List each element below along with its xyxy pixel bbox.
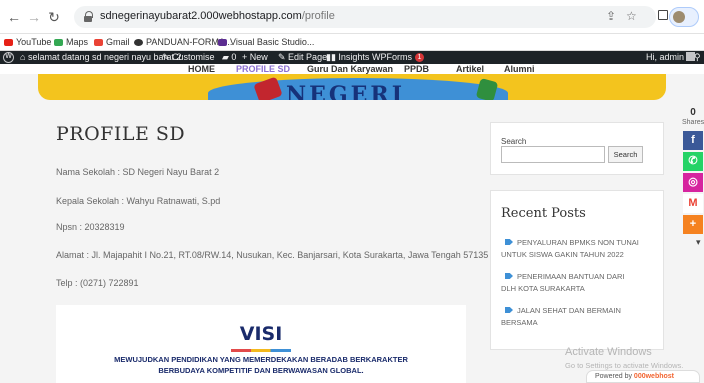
- activate-windows-subtitle: Go to Settings to activate Windows.: [565, 361, 684, 370]
- bookmark-gmail[interactable]: Gmail: [94, 36, 130, 49]
- wpforms-badge: 1: [414, 53, 425, 62]
- gmail-icon[interactable]: M: [683, 194, 703, 213]
- arrow-icon: [505, 239, 513, 245]
- nav-ppdb[interactable]: PPDB: [404, 64, 429, 74]
- search-button[interactable]: Search: [608, 146, 643, 163]
- bookmark-visual-basic[interactable]: Visual Basic Studio...: [218, 36, 314, 49]
- adminbar-comments[interactable]: ▰ 0: [222, 51, 236, 64]
- nav-profile-sd[interactable]: PROFILE SD: [236, 64, 290, 74]
- bookmark-maps[interactable]: Maps: [54, 36, 88, 49]
- adminbar-wpforms[interactable]: WPForms 1: [372, 51, 425, 64]
- wp-admin-bar: W ⌂ selamat datang sd negeri nayu barat …: [0, 51, 704, 64]
- nav-home[interactable]: HOME: [188, 64, 215, 74]
- bookmarks-bar: YouTube Maps Gmail PANDUAN-FORMA... Visu…: [0, 34, 704, 51]
- globe-icon: [134, 39, 143, 46]
- url-text: sdnegerinayubarat2.000webhostapp.com/pro…: [100, 10, 335, 22]
- visi-line-1: MEWUJUDKAN PENDIDIKAN YANG MEMERDEKAKAN …: [114, 355, 408, 364]
- search-input[interactable]: [501, 146, 605, 163]
- back-icon[interactable]: ←: [6, 9, 22, 25]
- visi-divider: [231, 349, 291, 352]
- info-telp: Telp : (0271) 722891: [56, 278, 139, 288]
- header-banner: NEGERI: [38, 74, 666, 100]
- share-label: Shares: [682, 119, 704, 126]
- search-label: Search: [501, 137, 527, 146]
- nav-guru-karyawan[interactable]: Guru Dan Karyawan: [307, 64, 393, 74]
- bookmark-star-icon[interactable]: ☆: [626, 9, 637, 23]
- reload-icon[interactable]: ↻: [46, 9, 62, 25]
- chevron-down-icon[interactable]: ▾: [696, 237, 701, 248]
- forward-icon[interactable]: →: [26, 9, 42, 25]
- banner-text: NEGERI: [286, 82, 406, 100]
- more-share-icon[interactable]: +: [683, 215, 703, 234]
- youtube-icon: [4, 39, 13, 46]
- share-count: 0: [690, 107, 696, 118]
- profile-paused-button[interactable]: [669, 7, 699, 27]
- visi-title: VISI: [239, 323, 283, 345]
- activate-windows-title: Activate Windows: [565, 346, 652, 358]
- search-widget: Search Search: [490, 122, 664, 175]
- arrow-icon: [505, 307, 513, 313]
- search-icon[interactable]: ⚲: [694, 51, 701, 64]
- recent-posts-title: Recent Posts: [501, 206, 586, 221]
- adminbar-account[interactable]: Hi, admin: [646, 51, 696, 64]
- adminbar-new[interactable]: + New: [242, 51, 268, 64]
- info-nama-sekolah: Nama Sekolah : SD Negeri Nayu Barat 2: [56, 167, 220, 177]
- browser-toolbar: ← → ↻ sdnegerinayubarat2.000webhostapp.c…: [0, 0, 704, 34]
- visi-line-2: BERBUDAYA KOMPETITIF DAN BERWAWASAN GLOB…: [158, 366, 364, 375]
- nav-alumni[interactable]: Alumni: [504, 64, 535, 74]
- recent-post-link[interactable]: PENYALURAN BPMKS NON TUNAI UNTUK SISWA G…: [501, 237, 641, 261]
- avatar: [673, 11, 685, 23]
- wordpress-icon[interactable]: W: [3, 52, 14, 63]
- facebook-icon[interactable]: f: [683, 131, 703, 150]
- address-bar[interactable]: sdnegerinayubarat2.000webhostapp.com/pro…: [74, 6, 656, 28]
- lock-icon: [84, 11, 93, 22]
- info-npsn: Npsn : 20328319: [56, 222, 125, 232]
- visi-banner: VISI MEWUJUDKAN PENDIDIKAN YANG MEMERDEK…: [56, 305, 466, 383]
- maps-icon: [54, 39, 63, 46]
- share-page-icon[interactable]: ⇪: [606, 9, 616, 23]
- info-kepala-sekolah: Kepala Sekolah : Wahyu Ratnawati, S.pd: [56, 196, 221, 206]
- powered-by-badge[interactable]: Powered by 000webhost: [586, 370, 700, 383]
- page-title: PROFILE SD: [56, 123, 186, 145]
- adminbar-insights[interactable]: ▮▮ Insights: [326, 51, 369, 64]
- info-alamat: Alamat : Jl. Majapahit I No.21, RT.08/RW…: [56, 250, 489, 260]
- adminbar-customise[interactable]: ✎ Customise: [162, 51, 215, 64]
- bookmark-youtube[interactable]: YouTube: [4, 36, 51, 49]
- whatsapp-icon[interactable]: ✆: [683, 152, 703, 171]
- instagram-icon[interactable]: ◎: [683, 173, 703, 192]
- recent-post-link[interactable]: PENERIMAAN BANTUAN DARI DLH KOTA SURAKAR…: [501, 271, 641, 295]
- sidepanel-icon[interactable]: [658, 10, 668, 20]
- visual-studio-icon: [218, 39, 227, 46]
- recent-posts-widget: Recent Posts PENYALURAN BPMKS NON TUNAI …: [490, 190, 664, 350]
- gmail-icon: [94, 39, 103, 46]
- site-navigation: HOME PROFILE SD Guru Dan Karyawan PPDB A…: [0, 64, 704, 74]
- arrow-icon: [505, 273, 513, 279]
- recent-post-link[interactable]: JALAN SEHAT DAN BERMAIN BERSAMA: [501, 305, 641, 329]
- adminbar-edit-page[interactable]: ✎ Edit Page: [278, 51, 327, 64]
- nav-artikel[interactable]: Artikel: [456, 64, 484, 74]
- adminbar-site-name[interactable]: ⌂ selamat datang sd negeri nayu barat 2: [20, 51, 182, 64]
